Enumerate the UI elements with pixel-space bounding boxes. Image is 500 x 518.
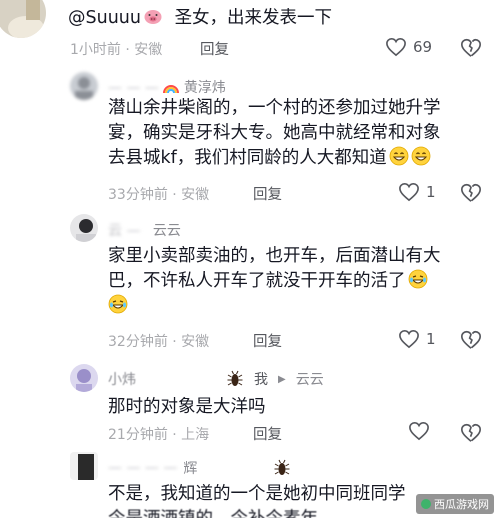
text-line: 家里小卖部卖油的，也开车，后面潜山有大: [108, 246, 441, 266]
like-count: 1: [426, 330, 436, 348]
grin-emoji-icon: [389, 146, 409, 166]
laugh-cry-emoji-icon: [408, 269, 428, 289]
comment-text: 家里小卖部卖油的，也开车，后面潜山有大 巴，不许私人开车了就没干开车的活了: [108, 244, 498, 319]
heart-icon: [399, 329, 419, 349]
site-watermark: 西瓜游戏网: [416, 494, 494, 514]
reply-button[interactable]: 回复: [253, 183, 282, 204]
heart-icon: [409, 421, 429, 441]
timestamp: 1小时前 · 安徽: [70, 42, 163, 58]
laugh-cry-emoji-icon: [108, 294, 128, 314]
like-count: 69: [413, 38, 433, 56]
username[interactable]: 云 — 云云: [108, 220, 181, 240]
grin-emoji-icon: [411, 146, 431, 166]
heart-icon: [399, 182, 419, 202]
comment-4: 小炜 我 ▶ 云云 那时的对象是大洋吗 21分钟前 · 上海 回复: [0, 356, 500, 446]
comment-text: @Suuuu 圣女，出来发表一下: [68, 6, 332, 31]
timestamp: 33分钟前 · 安徽: [108, 187, 210, 203]
like-button[interactable]: 1: [398, 182, 436, 202]
timestamp: 32分钟前 · 安徽: [108, 334, 210, 350]
bug-icon: [273, 459, 291, 477]
text-line: 巴，不许私人开车了就没干开车的活了: [108, 269, 498, 294]
text-line: 潜山余井柴阁的，一个村的还参加过她升学: [108, 98, 441, 118]
broken-heart-icon[interactable]: [460, 182, 482, 204]
reply-arrow-icon: ▶: [278, 373, 286, 385]
broken-heart-icon[interactable]: [460, 329, 482, 351]
comment-2: — — — 黄淳炜 潜山余井柴阁的，一个村的还参加过她升学 宴，确实是牙科大专。…: [0, 68, 500, 208]
text-line: [108, 294, 498, 319]
comment-3: 云 — 云云 家里小卖部卖油的，也开车，后面潜山有大 巴，不许私人开车了就没干开…: [0, 208, 500, 356]
username[interactable]: — — — — 辉: [108, 458, 291, 478]
timestamp: 21分钟前 · 上海: [108, 427, 210, 443]
avatar[interactable]: [70, 72, 98, 100]
broken-heart-icon[interactable]: [460, 37, 482, 59]
avatar[interactable]: [70, 364, 98, 392]
text-line: 去县城kf，我们村同龄的人大都知道: [108, 146, 498, 171]
reply-button[interactable]: 回复: [200, 38, 229, 59]
comment-body: 圣女，出来发表一下: [174, 8, 333, 28]
broken-heart-icon[interactable]: [460, 422, 482, 444]
mention[interactable]: @Suuuu: [68, 8, 141, 28]
username[interactable]: 小炜 我 ▶ 云云: [108, 369, 324, 389]
comment-1: @Suuuu 圣女，出来发表一下 1小时前 · 安徽 回复 69: [0, 0, 500, 68]
pig-emoji-icon: [143, 6, 163, 26]
like-button[interactable]: [408, 421, 430, 441]
username[interactable]: — — — 黄淳炜: [108, 77, 226, 97]
reply-button[interactable]: 回复: [253, 330, 282, 351]
like-count: 1: [426, 183, 436, 201]
heart-icon: [386, 37, 406, 57]
watermark-logo-icon: [421, 499, 431, 509]
avatar[interactable]: [0, 0, 46, 38]
reply-button[interactable]: 回复: [253, 423, 282, 444]
comment-text: 那时的对象是大洋吗: [108, 397, 266, 417]
avatar[interactable]: [70, 452, 98, 480]
like-button[interactable]: 69: [385, 37, 432, 57]
like-button[interactable]: 1: [398, 329, 436, 349]
comment-text: 潜山余井柴阁的，一个村的还参加过她升学 宴，确实是牙科大专。她高中就经常和对象 …: [108, 96, 498, 171]
text-line: 宴，确实是牙科大专。她高中就经常和对象: [108, 123, 441, 143]
rainbow-icon: [163, 80, 180, 94]
bug-icon: [226, 370, 244, 388]
avatar[interactable]: [70, 214, 98, 242]
